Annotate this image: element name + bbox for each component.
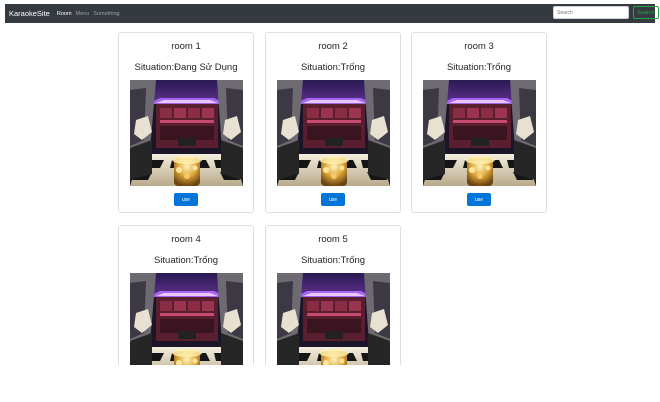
use-button[interactable]: use [467, 193, 491, 206]
room-status: Situation:Trống [153, 255, 219, 266]
main-content: room 1 Situation:Đang Sử Dụng use room 2… [0, 0, 660, 365]
room-photo [277, 273, 390, 365]
room-title: room 4 [171, 234, 201, 245]
room-title: room 2 [318, 41, 348, 52]
room-card: room 3 Situation:Trống use [411, 32, 547, 213]
room-status: Situation:Trống [446, 62, 512, 73]
room-card: room 5 Situation:Trống use [265, 225, 401, 365]
room-photo [277, 80, 390, 186]
use-button[interactable]: use [174, 193, 198, 206]
room-title: room 3 [464, 41, 494, 52]
room-card: room 1 Situation:Đang Sử Dụng use [118, 32, 254, 213]
room-card: room 2 Situation:Trống use [265, 32, 401, 213]
room-title: room 1 [171, 41, 201, 52]
room-photo [130, 80, 243, 186]
room-status: Situation:Đang Sử Dụng [134, 62, 238, 73]
room-photo [423, 80, 536, 186]
room-card: room 4 Situation:Trống use [118, 225, 254, 365]
room-status: Situation:Trống [300, 255, 366, 266]
room-photo [130, 273, 243, 365]
use-button[interactable]: use [321, 193, 345, 206]
room-status: Situation:Trống [300, 62, 366, 73]
room-title: room 5 [318, 234, 348, 245]
